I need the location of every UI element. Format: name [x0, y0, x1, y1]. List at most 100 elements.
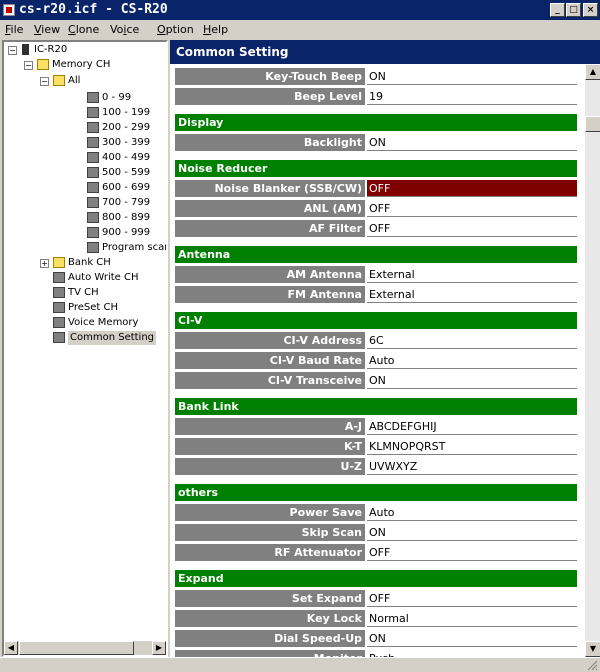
- tree-horizontal-scrollbar[interactable]: ◀ ▶: [4, 641, 166, 655]
- window-title: cs-r20.icf - CS-R20: [19, 2, 168, 17]
- setting-value[interactable]: OFF: [367, 200, 577, 217]
- folder-icon: [53, 75, 65, 86]
- setting-row[interactable]: K-T KLMNOPQRST: [175, 438, 577, 455]
- setting-row[interactable]: ANL (AM) OFF: [175, 200, 577, 217]
- setting-value[interactable]: OFF: [367, 180, 577, 197]
- setting-row[interactable]: CI-V Baud Rate Auto: [175, 352, 577, 369]
- scroll-right-icon[interactable]: ▶: [152, 641, 166, 655]
- setting-label: Monitor: [175, 650, 365, 657]
- collapse-icon[interactable]: −: [8, 46, 17, 55]
- section-header: others: [175, 484, 577, 501]
- close-button[interactable]: ×: [583, 3, 598, 17]
- setting-value[interactable]: UVWXYZ: [367, 458, 577, 475]
- setting-row[interactable]: MonitorPush: [175, 650, 577, 657]
- setting-label: CI-V Transceive: [175, 372, 365, 389]
- scroll-up-icon[interactable]: ▲: [585, 64, 600, 80]
- setting-row[interactable]: RF Attenuator OFF: [175, 544, 577, 561]
- setting-row[interactable]: CI-V Address 6C: [175, 332, 577, 349]
- collapse-icon[interactable]: −: [40, 77, 49, 86]
- title-bar[interactable]: cs-r20.icf - CS-R20 _ □ ×: [0, 0, 600, 20]
- document-icon: [87, 92, 99, 103]
- setting-value[interactable]: 6C: [367, 332, 577, 349]
- setting-label: Beep Level: [175, 88, 365, 105]
- setting-row[interactable]: Backlight ON: [175, 134, 577, 151]
- setting-label: Power Save: [175, 504, 365, 521]
- menu-view[interactable]: View: [34, 23, 60, 36]
- setting-value[interactable]: ON: [367, 68, 577, 85]
- document-icon: [53, 332, 65, 343]
- setting-value[interactable]: ON: [367, 524, 577, 541]
- setting-value[interactable]: Push: [367, 650, 577, 657]
- folder-icon: [37, 59, 49, 70]
- setting-row[interactable]: U-Z UVWXYZ: [175, 458, 577, 475]
- setting-label: Set Expand: [175, 590, 365, 607]
- resize-grip-icon[interactable]: [586, 659, 598, 671]
- app-icon[interactable]: [3, 4, 15, 16]
- vertical-scrollbar[interactable]: ▲ ▼: [584, 64, 600, 657]
- menu-voice[interactable]: Voice: [110, 23, 139, 36]
- setting-label: Key Lock: [175, 610, 365, 627]
- menu-help[interactable]: Help: [203, 23, 228, 36]
- document-icon: [87, 122, 99, 133]
- document-icon: [53, 287, 65, 298]
- menu-clone-label: lone: [75, 23, 100, 36]
- setting-value[interactable]: 19: [367, 88, 577, 105]
- scroll-thumb[interactable]: [585, 116, 600, 132]
- setting-row[interactable]: A-J ABCDEFGHIJ: [175, 418, 577, 435]
- setting-value[interactable]: OFF: [367, 220, 577, 237]
- setting-row[interactable]: AM Antenna External: [175, 266, 577, 283]
- setting-value[interactable]: ON: [367, 630, 577, 647]
- setting-row[interactable]: Skip Scan ON: [175, 524, 577, 541]
- navigation-tree[interactable]: − IC-R20 − Memory CH − All 0 - 99 100 - …: [2, 40, 168, 657]
- setting-value[interactable]: ON: [367, 372, 577, 389]
- menu-view-label: iew: [41, 23, 61, 36]
- collapse-icon[interactable]: −: [24, 61, 33, 70]
- setting-row[interactable]: Beep Level 19: [175, 88, 577, 105]
- menu-file-label: ile: [10, 23, 24, 36]
- setting-value[interactable]: External: [367, 266, 577, 283]
- setting-row[interactable]: Power Save Auto: [175, 504, 577, 521]
- scroll-thumb[interactable]: [19, 641, 134, 655]
- section-header: Antenna: [175, 246, 577, 263]
- tree-node-label: Voice Memory: [68, 317, 139, 328]
- expand-icon[interactable]: +: [40, 259, 49, 268]
- setting-label: ANL (AM): [175, 200, 365, 217]
- setting-value[interactable]: Auto: [367, 352, 577, 369]
- status-bar: [0, 657, 600, 672]
- scroll-down-icon[interactable]: ▼: [585, 641, 600, 657]
- setting-label: CI-V Baud Rate: [175, 352, 365, 369]
- setting-row[interactable]: Dial Speed-Up ON: [175, 630, 577, 647]
- setting-row[interactable]: CI-V Transceive ON: [175, 372, 577, 389]
- setting-value[interactable]: OFF: [367, 544, 577, 561]
- setting-value[interactable]: OFF: [367, 590, 577, 607]
- tree-node-ch-label: Program scan: [102, 242, 168, 253]
- settings-panel: Common Setting Key-Touch Beep ON Beep Leve…: [170, 40, 600, 657]
- menu-clone[interactable]: Clone: [68, 23, 99, 36]
- menu-option[interactable]: Option: [157, 23, 194, 36]
- maximize-button[interactable]: □: [566, 3, 581, 17]
- setting-value[interactable]: ABCDEFGHIJ: [367, 418, 577, 435]
- menu-file[interactable]: File: [5, 23, 23, 36]
- scroll-left-icon[interactable]: ◀: [4, 641, 18, 655]
- setting-value[interactable]: Auto: [367, 504, 577, 521]
- setting-row[interactable]: Noise Blanker (SSB/CW) OFF: [175, 180, 577, 197]
- setting-value[interactable]: Normal: [367, 610, 577, 627]
- main-window: cs-r20.icf - CS-R20 _ □ × File View Clon…: [0, 0, 600, 672]
- setting-value[interactable]: External: [367, 286, 577, 303]
- menu-option-accel: O: [157, 23, 166, 36]
- setting-row[interactable]: AF Filter OFF: [175, 220, 577, 237]
- setting-label: K-T: [175, 438, 365, 455]
- tree-node-label: Auto Write CH: [68, 272, 139, 283]
- setting-row[interactable]: FM Antenna External: [175, 286, 577, 303]
- setting-label: RF Attenuator: [175, 544, 365, 561]
- tree-node-ch-label: 500 - 599: [102, 167, 151, 178]
- panel-header: Common Setting: [170, 40, 600, 64]
- setting-value[interactable]: ON: [367, 134, 577, 151]
- setting-value[interactable]: KLMNOPQRST: [367, 438, 577, 455]
- setting-row[interactable]: Key Lock Normal: [175, 610, 577, 627]
- tree-node-ch-label: 200 - 299: [102, 122, 151, 133]
- setting-row[interactable]: Key-Touch Beep ON: [175, 68, 577, 85]
- setting-row[interactable]: Set Expand OFF: [175, 590, 577, 607]
- minimize-button[interactable]: _: [550, 3, 565, 17]
- tree-node-ch-label: 300 - 399: [102, 137, 151, 148]
